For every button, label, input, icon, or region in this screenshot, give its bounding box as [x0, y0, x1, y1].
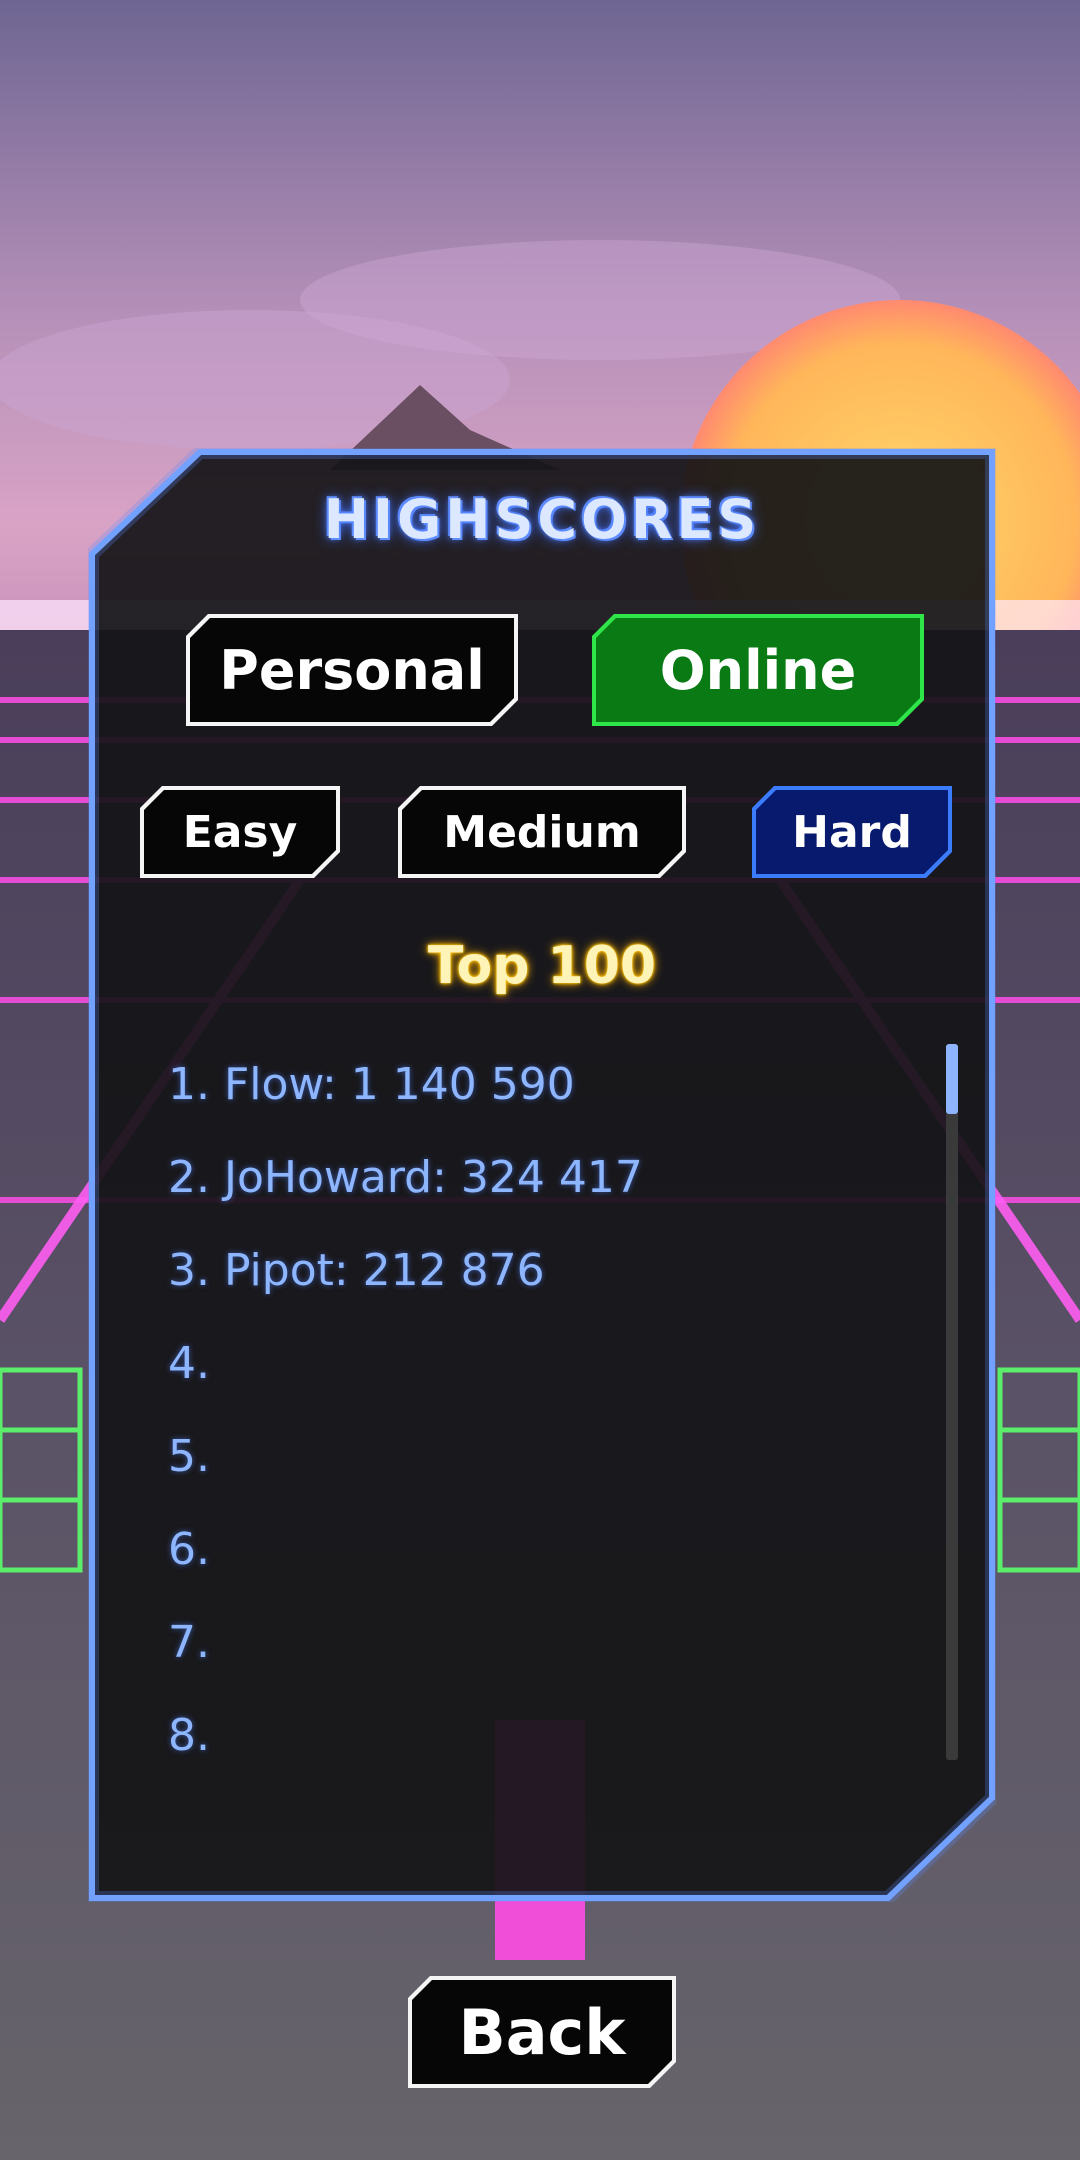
highscores-panel: HIGHSCORES Personal Online Easy Medium H… [88, 448, 996, 1902]
score-row: 2. JoHoward: 324 417 [168, 1152, 643, 1203]
tab-medium-label: Medium [443, 806, 641, 858]
score-row: 4. [168, 1338, 210, 1389]
tab-hard[interactable]: Hard [752, 786, 952, 878]
tab-personal[interactable]: Personal [186, 614, 518, 726]
score-row: 8. [168, 1710, 210, 1761]
scrollbar-thumb[interactable] [946, 1044, 958, 1114]
back-button[interactable]: Back [408, 1976, 676, 2088]
tab-online[interactable]: Online [592, 614, 924, 726]
scrollbar[interactable] [946, 1044, 958, 1760]
score-row: 3. Pipot: 212 876 [168, 1245, 545, 1296]
tab-hard-label: Hard [792, 806, 912, 858]
score-list[interactable]: 1. Flow: 1 140 590 2. JoHoward: 324 417 … [168, 1038, 868, 1782]
tab-online-label: Online [659, 638, 857, 702]
tab-personal-label: Personal [219, 638, 485, 702]
section-label-top100: Top 100 [427, 936, 657, 996]
tab-easy-label: Easy [182, 806, 298, 858]
score-row: 1. Flow: 1 140 590 [168, 1059, 575, 1110]
tab-medium[interactable]: Medium [398, 786, 686, 878]
score-row: 6. [168, 1524, 210, 1575]
score-row: 5. [168, 1431, 210, 1482]
tab-easy[interactable]: Easy [140, 786, 340, 878]
page-title: HIGHSCORES [323, 488, 761, 551]
back-button-label: Back [458, 1995, 626, 2069]
score-row: 7. [168, 1617, 210, 1668]
